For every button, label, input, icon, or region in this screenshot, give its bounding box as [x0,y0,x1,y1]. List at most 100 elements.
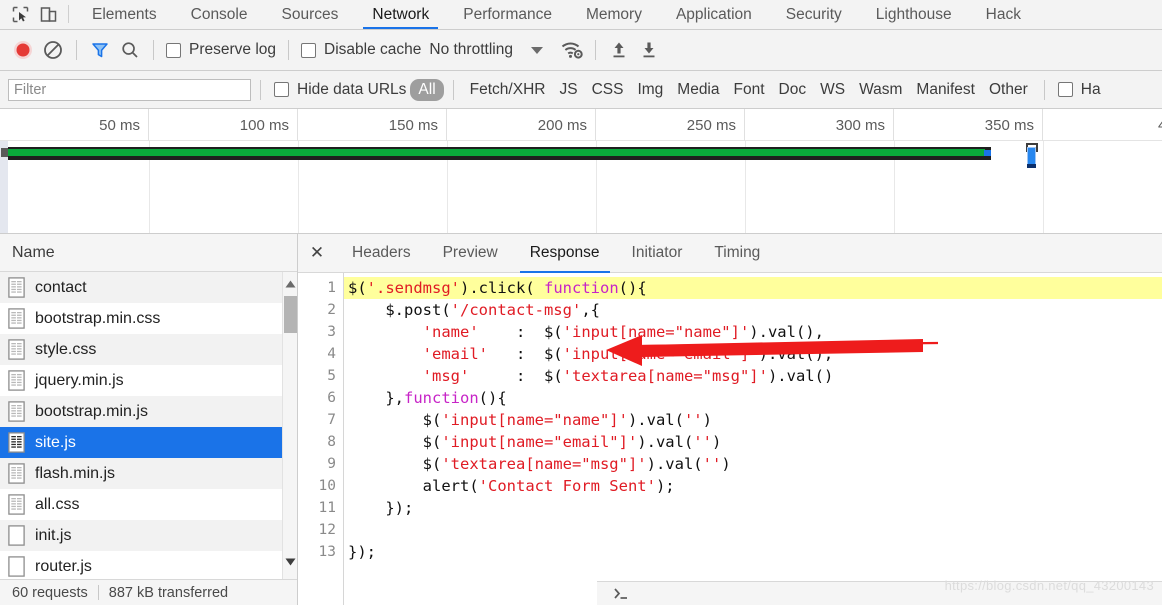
detail-tab-initiator[interactable]: Initiator [616,234,699,272]
filter-type-ws[interactable]: WS [813,79,852,101]
detail-tab-headers[interactable]: Headers [336,234,427,272]
code-token: ,{ [581,301,600,319]
filter-type-js[interactable]: JS [552,79,584,101]
line-number: 7 [327,412,336,428]
filter-type-media[interactable]: Media [670,79,726,101]
request-row[interactable]: init.js [0,520,297,551]
filter-type-manifest[interactable]: Manifest [909,79,982,101]
detail-tab-preview[interactable]: Preview [427,234,514,272]
code-token: $( [348,433,442,451]
hide-data-urls-checkbox[interactable]: Hide data URLs [270,81,410,99]
line-number-gutter: 1 2 3 4 5 6 7 8 9 10 11 12 13 [298,273,344,605]
filter-type-font[interactable]: Font [727,79,772,101]
code-line: $('input[name="email"]').val('') [344,431,1162,453]
code-token: 'input[name="email"]' [562,345,759,363]
code-token: 'Contact Form Sent' [478,477,656,495]
tab-lighthouse[interactable]: Lighthouse [859,0,969,29]
tab-network[interactable]: Network [355,0,446,29]
code-token: '.sendmsg' [366,279,460,297]
code-token: ) [702,411,712,429]
scroll-down-arrow-icon[interactable] [283,554,297,569]
request-row[interactable]: bootstrap.min.css [0,303,297,334]
code-token: ).val() [767,367,834,385]
inspect-element-icon[interactable] [6,1,34,29]
tab-performance[interactable]: Performance [446,0,569,29]
device-toolbar-icon[interactable] [34,1,62,29]
timeline-tick: 200 ms [447,109,596,141]
preserve-log-box [166,42,181,58]
tab-security[interactable]: Security [769,0,859,29]
document-icon [8,463,25,484]
request-row[interactable]: flash.min.js [0,458,297,489]
timeline-gridline [1043,141,1044,233]
record-button[interactable] [8,35,38,65]
code-token: 'email' [422,345,488,363]
request-name: init.js [35,526,72,544]
throttling-select[interactable]: No throttling [429,41,513,59]
request-filter-bar: Hide data URLs All Fetch/XHRJSCSSImgMedia… [0,71,1162,109]
tab-hack[interactable]: Hack [969,0,1038,29]
name-column-header[interactable]: Name [0,234,297,272]
filter-divider-2 [452,79,454,100]
code-line: $('textarea[name="msg"]').val('') [344,453,1162,475]
timeline-tick: 100 ms [149,109,298,141]
chevron-down-icon[interactable] [530,46,543,54]
request-row[interactable]: contact [0,272,297,303]
network-bar-fill [8,149,985,156]
tab-sources[interactable]: Sources [265,0,356,29]
request-row[interactable]: bootstrap.min.js [0,396,297,427]
search-input[interactable] [8,78,251,101]
request-row[interactable]: style.css [0,334,297,365]
import-har-icon[interactable] [604,35,634,65]
request-name: bootstrap.min.js [35,402,148,420]
filter-type-all[interactable]: All [410,78,444,101]
preserve-log-checkbox[interactable]: Preserve log [162,41,280,59]
filter-type-img[interactable]: Img [630,79,670,101]
request-row[interactable]: all.css [0,489,297,520]
timeline-tick: 300 ms [745,109,894,141]
tab-memory[interactable]: Memory [569,0,659,29]
filter-type-wasm[interactable]: Wasm [852,79,909,101]
devtools-window: Elements Console Sources Network Performance… [0,0,1162,605]
filter-type-fetch-xhr[interactable]: Fetch/XHR [463,79,553,101]
disable-cache-checkbox[interactable]: Disable cache [297,41,425,59]
code-token: }); [348,499,414,517]
line-number: 6 [327,390,336,406]
filter-funnel-icon[interactable] [85,35,115,65]
close-icon[interactable]: ✕ [298,234,336,272]
tab-application[interactable]: Application [659,0,769,29]
request-row[interactable]: router.js [0,551,297,579]
request-name: all.css [35,495,80,513]
code-token: ).click( [460,279,544,297]
request-row[interactable]: site.js [0,427,297,458]
detail-tabs: Headers Preview Response Initiator Timing [336,234,776,273]
code-token: $( [348,411,442,429]
code-token: '' [702,455,722,473]
code-token: 'input[name="name"]' [441,411,628,429]
code-token: }, [348,389,404,407]
tab-console[interactable]: Console [174,0,265,29]
timeline-ruler: 50 ms 100 ms 150 ms 200 ms 250 ms 300 ms 350 m… [0,109,1162,141]
filter-type-other[interactable]: Other [982,79,1035,101]
code-token: $.post( [348,301,451,319]
tab-elements[interactable]: Elements [75,0,174,29]
detail-tab-timing[interactable]: Timing [698,234,776,272]
filter-type-doc[interactable]: Doc [772,79,814,101]
search-icon[interactable] [115,35,145,65]
request-row[interactable]: jquery.min.js [0,365,297,396]
clear-button[interactable] [38,35,68,65]
request-list-scrollbar[interactable] [282,272,297,579]
has-blocked-cookies-checkbox[interactable]: Ha [1054,81,1105,99]
response-code-viewer[interactable]: 1 2 3 4 5 6 7 8 9 10 11 12 13 $('.sendmsg').click( f… [298,273,1162,605]
filter-type-css[interactable]: CSS [585,79,631,101]
scroll-up-arrow-icon[interactable] [283,276,297,291]
document-icon [8,525,25,546]
scrollbar-thumb[interactable] [284,296,297,333]
export-har-icon[interactable] [634,35,664,65]
network-conditions-icon[interactable] [557,35,587,65]
network-overview-timeline[interactable]: 50 ms 100 ms 150 ms 200 ms 250 ms 300 ms 350 m… [0,109,1162,234]
detail-tab-response[interactable]: Response [514,234,616,273]
code-line: alert('Contact Form Sent'); [344,475,1162,497]
